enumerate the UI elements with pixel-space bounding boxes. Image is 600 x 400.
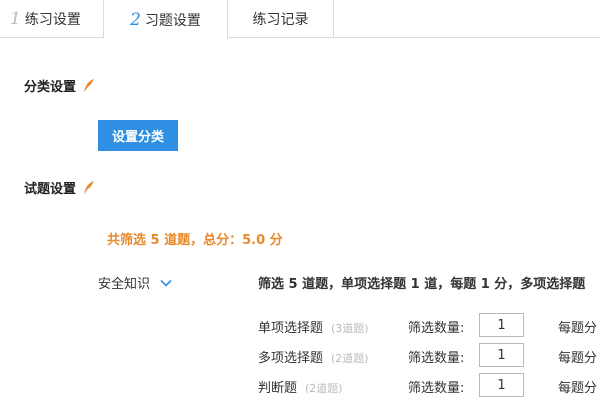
filter-quantity-input[interactable] [479, 373, 524, 397]
chevron-down-icon [160, 279, 172, 287]
filter-quantity-input[interactable] [479, 343, 524, 367]
tab-label: 练习记录 [252, 12, 309, 28]
filter-description: 筛选 5 道题，单项选择题 1 道，每题 1 分，多项选择题 [258, 277, 586, 292]
filter-quantity-label: 筛选数量: [408, 321, 465, 336]
question-type-row: 多项选择题 (2道题) 筛选数量: 每题分 [0, 343, 600, 369]
feather-icon [83, 78, 95, 93]
question-count: (2道题) [305, 382, 343, 395]
knowledge-dropdown[interactable]: 安全知识 [98, 273, 172, 292]
question-type: 多项选择题 (2道题) [258, 347, 369, 366]
question-type: 判断题 (2道题) [258, 377, 343, 396]
category-settings-label: 分类设置 [24, 80, 77, 95]
tab-label: 练习设置 [24, 12, 81, 28]
question-type: 单项选择题 (3道题) [258, 317, 369, 336]
tab-label: 习题设置 [144, 12, 201, 29]
question-type-label: 判断题 [258, 381, 298, 396]
question-count: (2道题) [331, 352, 369, 365]
filter-summary: 共筛选 5 道题，总分：5.0 分 [107, 233, 283, 248]
question-count: (3道题) [331, 322, 369, 335]
question-type-label: 多项选择题 [258, 351, 324, 366]
tab-number: 2 [130, 9, 141, 30]
knowledge-label: 安全知识 [98, 277, 151, 292]
per-question-score-label: 每题分 [558, 381, 598, 396]
tab-bar: 1 练习设置 2 习题设置 练习记录 [0, 0, 600, 39]
set-category-button[interactable]: 设置分类 [98, 120, 178, 151]
feather-icon [83, 180, 95, 195]
question-type-row: 判断题 (2道题) 筛选数量: 每题分 [0, 373, 600, 399]
tab-practice-records[interactable]: 练习记录 [228, 0, 334, 38]
question-type-label: 单项选择题 [258, 321, 324, 336]
category-settings-title: 分类设置 [24, 76, 96, 95]
filter-quantity-label: 筛选数量: [408, 351, 465, 366]
tab-practice-settings[interactable]: 1 练习设置 [0, 0, 104, 38]
filter-quantity-label: 筛选数量: [408, 381, 465, 396]
question-settings-title: 试题设置 [24, 178, 96, 197]
question-settings-label: 试题设置 [24, 182, 77, 197]
tab-question-settings[interactable]: 2 习题设置 [104, 0, 228, 39]
per-question-score-label: 每题分 [558, 321, 598, 336]
tab-number: 1 [10, 9, 21, 29]
per-question-score-label: 每题分 [558, 351, 598, 366]
question-type-row: 单项选择题 (3道题) 筛选数量: 每题分 [0, 313, 600, 339]
filter-quantity-input[interactable] [479, 313, 524, 337]
